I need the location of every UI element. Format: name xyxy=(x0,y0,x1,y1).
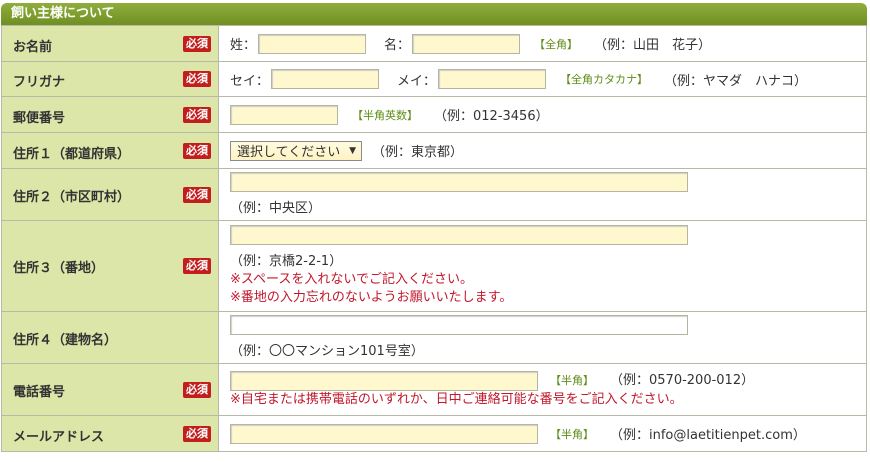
name-format-note: 【全角】 xyxy=(534,37,579,51)
name-label: お名前 xyxy=(13,40,53,55)
required-badge: 必須 xyxy=(183,425,211,442)
required-badge: 必須 xyxy=(183,381,211,398)
phone-example: （例：0570-200-012） xyxy=(610,372,755,388)
required-badge: 必須 xyxy=(183,71,211,87)
last-name-input[interactable] xyxy=(258,33,367,54)
row-name: お名前 必須 姓： 名： 【全角】 （例：山田 花子） xyxy=(1,25,867,62)
last-name-kana-input[interactable] xyxy=(271,69,380,89)
required-badge: 必須 xyxy=(183,106,211,123)
address3-example: （例：京橋2-2-1） xyxy=(230,254,343,269)
section-title: 飼い主様について xyxy=(1,3,867,25)
first-name-input[interactable] xyxy=(412,33,521,54)
address3-warning-number: ※番地の入力忘れのないようお願いいたします。 xyxy=(230,290,513,305)
address1-label: 住所１（都道府県） xyxy=(13,147,131,162)
email-input[interactable] xyxy=(230,423,538,444)
city-input[interactable] xyxy=(230,171,688,192)
postal-code-input[interactable] xyxy=(230,104,338,125)
form-table: お名前必須 姓： 名： 【全角】 （例：山田 花子） フリガナ必須 セイ： xyxy=(1,25,867,452)
postal-format-note: 【半角英数】 xyxy=(352,108,418,122)
postal-example: （例：012-3456） xyxy=(434,109,549,124)
row-address2: 住所２（市区町村） 必須 （例：中央区） xyxy=(1,168,867,221)
street-input[interactable] xyxy=(230,225,688,245)
required-badge: 必須 xyxy=(183,142,211,159)
kana-format-note: 【全角カタカナ】 xyxy=(560,73,649,86)
phone-label: 電話番号 xyxy=(13,385,66,400)
prefecture-select-value: 選択してください xyxy=(237,145,341,160)
kana-label: フリガナ xyxy=(13,75,66,90)
phone-warning: ※自宅または携帯電話のいずれか、日中ご連絡可能な番号をご記入ください。 xyxy=(230,391,683,407)
address3-warning-spaces: ※スペースを入れないでご記入ください。 xyxy=(230,272,473,287)
email-example: （例：info@laetitienpet.com） xyxy=(610,428,806,443)
sei-kana-label: セイ： xyxy=(230,73,270,89)
row-kana: フリガナ 必須 セイ： メイ： 【全角カタカナ】 （例：ヤマダ ハナコ） xyxy=(1,61,867,97)
mei-label: 名： xyxy=(384,38,411,53)
first-name-kana-input[interactable] xyxy=(438,69,547,89)
row-address1: 住所１（都道府県） 必須 選択してください ▼ （例：東京都） xyxy=(1,132,867,169)
address4-example: （例：〇〇マンション101号室） xyxy=(230,343,424,359)
email-format-note: 【半角】 xyxy=(550,427,594,441)
prefecture-select[interactable]: 選択してください ▼ xyxy=(230,140,362,161)
mei-kana-label: メイ： xyxy=(397,73,437,89)
address4-label: 住所４（建物名） xyxy=(13,333,118,348)
address1-example: （例：東京都） xyxy=(372,145,464,160)
required-badge: 必須 xyxy=(183,35,211,52)
row-phone: 電話番号 必須 【半角】 （例：0570-200-012） ※自宅または携帯電話の… xyxy=(1,363,867,416)
building-input[interactable] xyxy=(230,314,688,335)
name-example: （例：山田 花子） xyxy=(594,38,712,53)
address3-label: 住所３（番地） xyxy=(13,261,105,276)
postal-label: 郵便番号 xyxy=(13,111,66,126)
address2-example: （例：中央区） xyxy=(230,200,322,216)
required-badge: 必須 xyxy=(183,186,211,203)
email-label: メールアドレス xyxy=(13,430,105,445)
dropdown-arrow-icon: ▼ xyxy=(349,145,356,156)
row-address3: 住所３（番地） 必須 （例：京橋2-2-1） ※スペースを入れないでご記入ください… xyxy=(1,220,867,312)
kana-example: （例：ヤマダ ハナコ） xyxy=(664,73,808,89)
owner-info-form: 飼い主様について お名前 必須 姓： 名： 【全角】 （例：山田 花子） フリガナ… xyxy=(1,3,867,452)
required-badge: 必須 xyxy=(183,258,211,274)
phone-format-note: 【半角】 xyxy=(550,373,594,387)
sei-label: 姓： xyxy=(230,38,257,53)
row-address4: 住所４（建物名） （例：〇〇マンション101号室） xyxy=(1,311,867,364)
row-email: メールアドレス 必須 【半角】 （例：info@laetitienpet.com） xyxy=(1,415,867,452)
phone-input[interactable] xyxy=(230,370,538,391)
row-postal: 郵便番号 必須 【半角英数】 （例：012-3456） xyxy=(1,96,867,133)
address2-label: 住所２（市区町村） xyxy=(13,190,131,205)
